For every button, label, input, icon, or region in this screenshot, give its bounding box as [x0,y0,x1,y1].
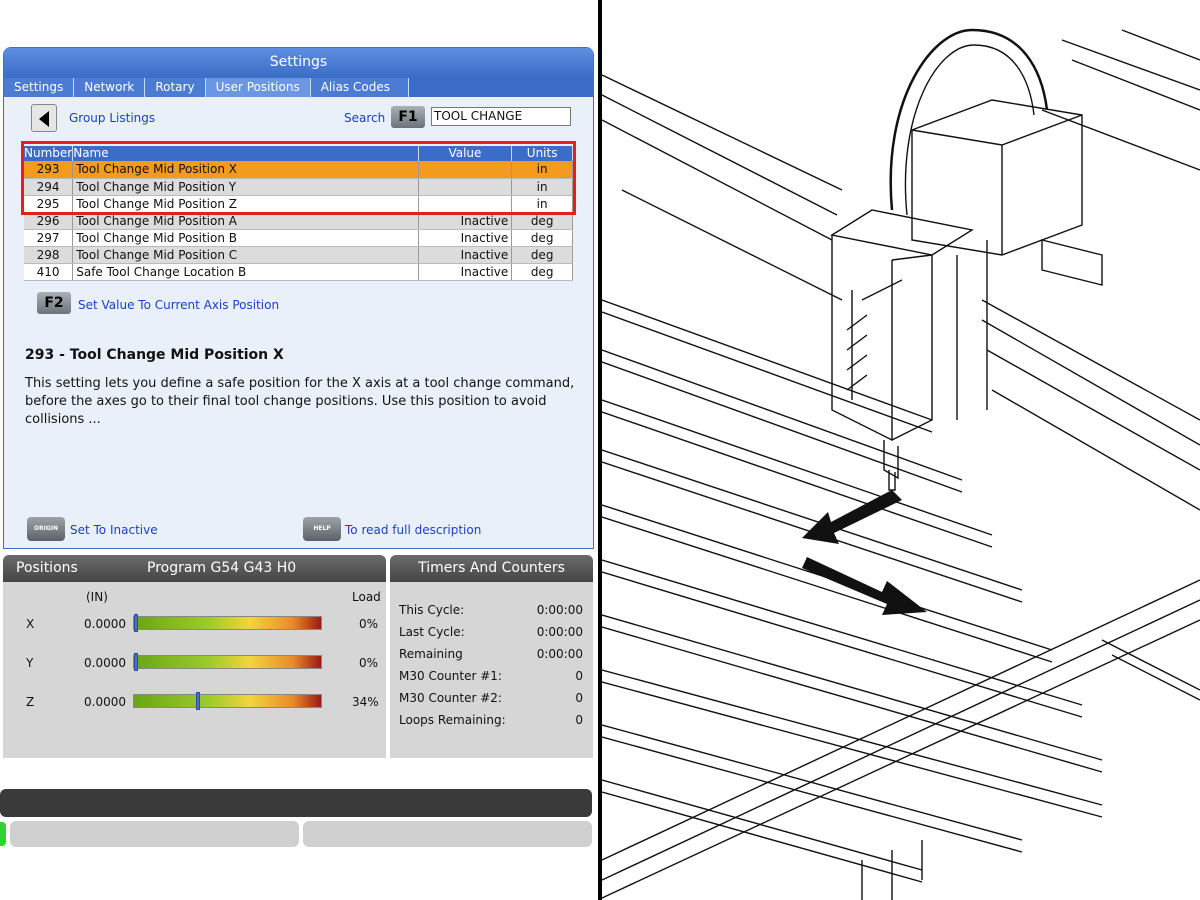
table-row[interactable]: 297 Tool Change Mid Position B Inactive … [24,229,573,247]
load-bar-y [133,653,322,671]
settings-title: Settings [4,48,593,78]
column-number: Number [24,146,74,161]
f2-label[interactable]: Set Value To Current Axis Position [78,298,279,312]
machine-illustration [602,0,1200,900]
load-header: Load [352,590,381,604]
column-value: Value [418,146,513,161]
axis-value-x: 0.0000 [84,617,126,631]
list-item: Loops Remaining: 0 [399,713,583,727]
settings-toolbar: Group Listings Search F1 TOOL CHANGE [4,103,593,132]
origin-label[interactable]: Set To Inactive [70,523,158,537]
back-arrow-icon[interactable] [31,104,57,132]
f1-key[interactable]: F1 [391,106,425,128]
list-item: M30 Counter #2: 0 [399,691,583,705]
settings-table: Number Name Value Units 293 Tool Change … [24,146,573,281]
load-marker-x [134,614,138,632]
origin-key[interactable]: ORIGIN [27,517,65,541]
f2-key[interactable]: F2 [37,292,71,314]
search-label: Search [344,111,386,125]
tab-rotary[interactable]: Rotary [145,78,206,97]
table-row[interactable]: 298 Tool Change Mid Position C Inactive … [24,246,573,264]
group-listings-link[interactable]: Group Listings [69,111,155,125]
status-bar [0,789,592,817]
load-value-y: 0% [359,656,379,670]
load-bar-x [133,614,322,632]
timers-list: This Cycle: 0:00:00 Last Cycle: 0:00:00 Re… [399,599,583,731]
tab-settings[interactable]: Settings [4,78,75,97]
table-row[interactable]: 294 Tool Change Mid Position Y in [24,178,573,196]
description-title: 293 - Tool Change Mid Position X [25,347,284,363]
axis-value-z: 0.0000 [84,695,126,709]
positions-header: Positions Program G54 G43 H0 [3,555,386,582]
tab-alias-codes[interactable]: Alias Codes [310,78,409,97]
positions-panel: Positions Program G54 G43 H0 (IN) Load X… [3,555,386,758]
program-label: Program G54 G43 H0 [147,560,297,576]
load-value-z: 34% [352,695,379,709]
axis-value-y: 0.0000 [84,656,126,670]
axis-label-z: Z [26,695,35,709]
search-input[interactable]: TOOL CHANGE [431,107,571,126]
control-screen: Settings Settings Network Rotary User Po… [0,0,600,900]
settings-tabs: Settings Network Rotary User Positions A… [4,78,593,97]
settings-panel: Settings Settings Network Rotary User Po… [3,47,594,549]
load-marker-z [195,692,200,710]
tab-user-positions[interactable]: User Positions [205,78,311,97]
help-key[interactable]: HELP [303,517,341,541]
list-item: M30 Counter #1: 0 [399,669,583,683]
column-units: Units [511,146,573,161]
load-value-x: 0% [359,617,379,631]
list-item: This Cycle: 0:00:00 [399,603,583,617]
column-name: Name [72,146,419,161]
load-marker-y [134,653,138,671]
list-item: Last Cycle: 0:00:00 [399,625,583,639]
cnc-router-drawing [602,28,1200,900]
axis-label-y: Y [26,656,34,670]
footer-slot-right [303,821,592,847]
help-label[interactable]: To read full description [345,523,481,537]
table-row[interactable]: 410 Safe Tool Change Location B Inactive… [24,263,573,281]
positions-title: Positions [16,560,78,576]
axis-label-x: X [26,617,35,631]
status-led-icon [0,822,6,846]
timers-panel: Timers And Counters This Cycle: 0:00:00 L… [390,555,593,758]
list-item: Remaining 0:00:00 [399,647,583,661]
description-body: This setting lets you define a safe posi… [25,376,575,427]
unit-header: (IN) [86,590,108,604]
table-row[interactable]: 295 Tool Change Mid Position Z in [24,195,573,213]
tab-network[interactable]: Network [74,78,146,97]
load-bar-z [133,692,322,710]
footer-slot-left [10,821,299,847]
table-row[interactable]: 296 Tool Change Mid Position A Inactive … [24,212,573,230]
table-row[interactable]: 293 Tool Change Mid Position X in [24,161,573,179]
timers-title: Timers And Counters [390,555,593,582]
